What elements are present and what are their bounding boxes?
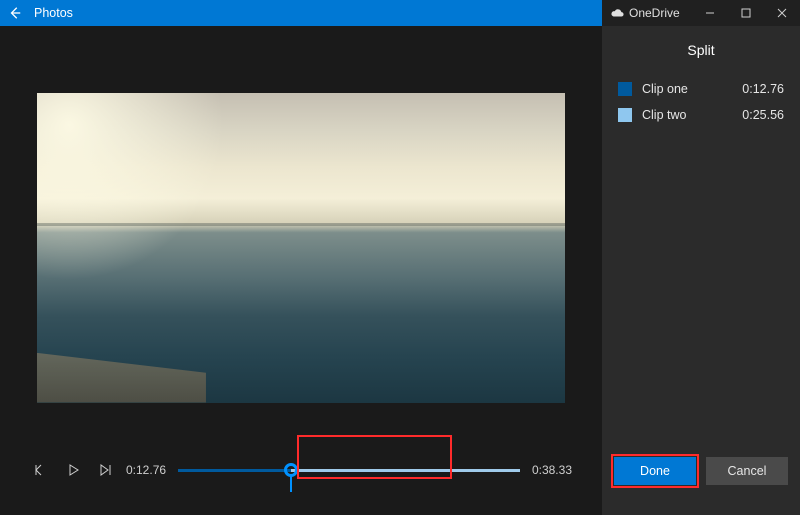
- panel-heading: Split: [602, 26, 800, 76]
- decorative-horizon: [37, 223, 565, 226]
- play-button[interactable]: [62, 459, 84, 481]
- app-root: Photos 0:12.76: [0, 0, 800, 515]
- app-title: Photos: [34, 6, 73, 20]
- seek-segment-clip-two: [291, 469, 520, 472]
- clip-row-one[interactable]: Clip one 0:12.76: [602, 76, 800, 102]
- step-forward-button[interactable]: [94, 459, 116, 481]
- editor-pane: Photos 0:12.76: [0, 0, 602, 515]
- decorative-beach: [37, 353, 206, 403]
- clip-one-duration: 0:12.76: [742, 82, 784, 96]
- done-button[interactable]: Done: [614, 457, 696, 485]
- system-title-bar: OneDrive: [602, 0, 800, 26]
- total-time: 0:38.33: [530, 463, 572, 477]
- clip-one-name: Clip one: [642, 82, 732, 96]
- step-back-button[interactable]: [30, 459, 52, 481]
- close-button[interactable]: [764, 0, 800, 26]
- action-row: Done Cancel: [602, 443, 800, 515]
- playback-controls: 0:12.76 0:38.33: [0, 455, 602, 515]
- clip-row-two[interactable]: Clip two 0:25.56: [602, 102, 800, 128]
- clip-two-duration: 0:25.56: [742, 108, 784, 122]
- seek-bar[interactable]: [178, 448, 520, 492]
- cloud-label: OneDrive: [629, 6, 680, 20]
- clip-two-name: Clip two: [642, 108, 732, 122]
- decorative-flare: [37, 93, 237, 293]
- back-button[interactable]: [4, 2, 26, 24]
- minimize-button[interactable]: [692, 0, 728, 26]
- seek-track: [178, 469, 520, 472]
- seek-segment-clip-one: [178, 469, 291, 472]
- done-label: Done: [640, 464, 670, 478]
- clip-two-swatch: [618, 108, 632, 122]
- close-icon: [777, 8, 787, 18]
- video-preview[interactable]: [37, 93, 565, 403]
- minimize-icon: [705, 8, 715, 18]
- current-time: 0:12.76: [126, 463, 168, 477]
- split-handle-stem: [290, 476, 292, 492]
- cloud-status[interactable]: OneDrive: [602, 6, 692, 20]
- cancel-button[interactable]: Cancel: [706, 457, 788, 485]
- maximize-icon: [741, 8, 751, 18]
- video-area: [0, 26, 602, 455]
- maximize-button[interactable]: [728, 0, 764, 26]
- cloud-icon: [610, 8, 624, 18]
- clip-one-swatch: [618, 82, 632, 96]
- split-handle[interactable]: [284, 463, 298, 477]
- side-panel: OneDrive Split Clip one 0:12.76 Clip two…: [602, 0, 800, 515]
- cancel-label: Cancel: [728, 464, 767, 478]
- title-bar: Photos: [0, 0, 602, 26]
